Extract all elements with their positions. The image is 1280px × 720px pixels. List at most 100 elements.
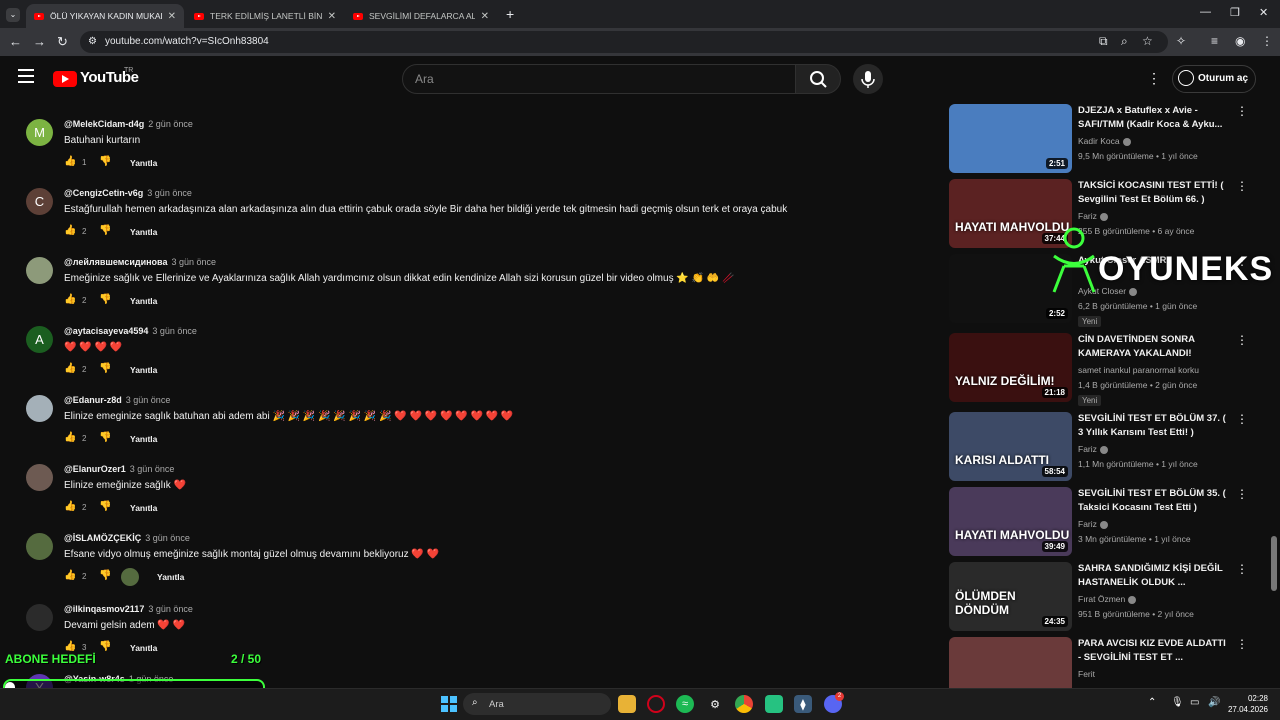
comment-timestamp[interactable]: 3 gün önce (126, 395, 171, 405)
extensions-icon[interactable]: ✧ (1176, 34, 1186, 48)
comment-author[interactable]: @ElanurOzer1 3 gün önce (64, 464, 174, 474)
profile-icon[interactable]: ◉ (1235, 34, 1245, 48)
comment-author-name[interactable]: @İSLAMÖZÇEKİÇ (64, 533, 141, 543)
channel-name[interactable]: samet inankul paranormal korku (1078, 365, 1199, 375)
comment-avatar[interactable] (26, 533, 53, 560)
dislike-icon[interactable]: 👎 (99, 432, 111, 443)
like-icon[interactable]: 👍 (64, 225, 76, 236)
comment-author[interactable]: @CengizCetin-v6g 3 gün önce (64, 188, 192, 198)
video-title[interactable]: SEVGİLİNİ TEST ET BÖLÜM 35. ( Taksici Ko… (1078, 487, 1228, 515)
video-title[interactable]: TAKSİCİ KOCASINI TEST ETTİ! ( Sevgilini … (1078, 179, 1228, 207)
reply-button[interactable]: Yanıtla (130, 227, 157, 237)
video-title[interactable]: SEVGİLİNİ TEST ET BÖLÜM 37. ( 3 Yıllık K… (1078, 412, 1228, 440)
forward-icon[interactable]: → (33, 34, 46, 49)
reply-button[interactable]: Yanıtla (157, 572, 184, 582)
like-icon[interactable]: 👍 (64, 501, 76, 512)
browser-tab-2[interactable]: TERK EDİLMİŞ LANETLİ BİNAYA ✕ (186, 4, 344, 28)
video-more-icon[interactable]: ⋮ (1236, 412, 1248, 426)
dislike-icon[interactable]: 👎 (99, 363, 111, 374)
comment-timestamp[interactable]: 3 gün önce (171, 257, 216, 267)
comment-author[interactable]: @Edanur-z8d 3 gün önce (64, 395, 170, 405)
close-tab-icon[interactable]: ✕ (168, 11, 176, 22)
like-icon[interactable]: 👍 (64, 570, 76, 581)
channel-name[interactable]: Fariz (1078, 519, 1097, 529)
browser-tab-3[interactable]: SEVGİLİMİ DEFALARCA ALDATTI ✕ (345, 4, 497, 28)
bookmark-star-icon[interactable]: ☆ (1142, 34, 1153, 48)
comment-avatar[interactable]: A (26, 326, 53, 353)
reply-button[interactable]: Yanıtla (130, 296, 157, 306)
network-icon[interactable]: ▭ (1190, 697, 1199, 708)
video-more-icon[interactable]: ⋮ (1236, 562, 1248, 576)
dislike-icon[interactable]: 👎 (99, 570, 111, 581)
video-more-icon[interactable]: ⋮ (1236, 104, 1248, 118)
comment-author[interactable]: @İSLAMÖZÇEKİÇ 3 gün önce (64, 533, 190, 543)
taskbar-date[interactable]: 27.04.2026 (1222, 705, 1268, 714)
comment-timestamp[interactable]: 3 gün önce (145, 533, 190, 543)
chrome-icon[interactable] (735, 695, 753, 713)
youtube-logo-icon[interactable] (53, 71, 77, 87)
spotify-icon[interactable]: ≈ (676, 695, 694, 713)
channel-name[interactable]: Fırat Özmen (1078, 594, 1125, 604)
comment-author-name[interactable]: @ilkinqasmov2117 (64, 604, 144, 614)
video-thumbnail[interactable]: HAYATI MAHVOLDU 39:49 (949, 487, 1072, 556)
comment-author[interactable]: @aytacisayeva4594 3 gün önce (64, 326, 197, 336)
settings-gear-icon[interactable]: ⚙ (706, 695, 724, 713)
windows-start-icon[interactable] (440, 695, 458, 713)
close-window-icon[interactable]: ✕ (1259, 6, 1268, 19)
comment-avatar[interactable] (26, 395, 53, 422)
comment-author[interactable]: @MelekCidam-d4g 2 gün önce (64, 119, 193, 129)
video-channel[interactable]: Ferit (1078, 669, 1095, 679)
video-thumbnail[interactable]: ÖLÜMDEN DÖNDÜM 24:35 (949, 562, 1072, 631)
install-app-icon[interactable]: ⧉ (1099, 34, 1108, 49)
chrome-menu-icon[interactable]: ⋮ (1261, 34, 1273, 48)
reply-button[interactable]: Yanıtla (130, 365, 157, 375)
taskbar-clock[interactable]: 02:28 (1228, 694, 1268, 703)
like-icon[interactable]: 👍 (64, 641, 76, 652)
reload-icon[interactable]: ↻ (57, 34, 68, 50)
comment-timestamp[interactable]: 3 gün önce (147, 188, 192, 198)
channel-name[interactable]: Ferit (1078, 669, 1095, 679)
comment-author-name[interactable]: @aytacisayeva4594 (64, 326, 148, 336)
video-more-icon[interactable]: ⋮ (1236, 333, 1248, 347)
video-more-icon[interactable]: ⋮ (1236, 179, 1248, 193)
comment-timestamp[interactable]: 3 gün önce (130, 464, 175, 474)
video-channel[interactable]: Fırat Özmen (1078, 594, 1137, 604)
video-more-icon[interactable]: ⋮ (1236, 637, 1248, 651)
channel-name[interactable]: Kadir Koca (1078, 136, 1120, 146)
minimize-icon[interactable]: — (1200, 6, 1211, 18)
zoom-icon[interactable]: ⌕ (1121, 34, 1128, 49)
dislike-icon[interactable]: 👎 (99, 501, 111, 512)
like-icon[interactable]: 👍 (64, 156, 76, 167)
search-input[interactable] (402, 64, 796, 94)
comment-author-name[interactable]: @лейлявшемсидинова (64, 257, 167, 267)
voice-search-button[interactable] (853, 64, 883, 94)
browser-tab-1[interactable]: ÖLÜ YIKAYAN KADIN MUKADDES ✕ (26, 4, 184, 28)
opera-icon[interactable] (647, 695, 665, 713)
search-button[interactable] (795, 64, 841, 94)
video-channel[interactable]: samet inankul paranormal korku (1078, 365, 1199, 375)
video-thumbnail[interactable]: KARISI ALDATTI 58:54 (949, 412, 1072, 481)
url-text[interactable]: youtube.com/watch?v=SIcOnh83804 (105, 36, 269, 47)
video-title[interactable]: PARA AVCISI KIZ EVDE ALDATTI - SEVGİLİNİ… (1078, 637, 1228, 665)
whatsapp-icon[interactable] (765, 695, 783, 713)
video-title[interactable]: DJEZJA x Batuflex x Avie - SAFI/TMM (Kad… (1078, 104, 1228, 132)
dislike-icon[interactable]: 👎 (99, 225, 111, 236)
like-icon[interactable]: 👍 (64, 363, 76, 374)
comment-author[interactable]: @ilkinqasmov2117 3 gün önce (64, 604, 193, 614)
close-tab-icon[interactable]: ✕ (328, 11, 336, 22)
back-icon[interactable]: ← (9, 34, 22, 49)
comment-avatar[interactable]: C (26, 188, 53, 215)
comment-author-name[interactable]: @CengizCetin-v6g (64, 188, 143, 198)
video-channel[interactable]: Fariz (1078, 444, 1108, 454)
comment-author-name[interactable]: @ElanurOzer1 (64, 464, 126, 474)
comment-author[interactable]: @лейлявшемсидинова 3 gün önce (64, 257, 216, 267)
comment-avatar[interactable] (26, 604, 53, 631)
channel-name[interactable]: Fariz (1078, 211, 1097, 221)
dislike-icon[interactable]: 👎 (99, 641, 111, 652)
comment-timestamp[interactable]: 3 gün önce (152, 326, 197, 336)
video-more-icon[interactable]: ⋮ (1236, 487, 1248, 501)
file-explorer-icon[interactable] (618, 695, 636, 713)
video-title[interactable]: CİN DAVETİNDEN SONRA KAMERAYA YAKALANDI! (1078, 333, 1228, 361)
restore-icon[interactable]: ❐ (1230, 6, 1240, 19)
media-icon[interactable]: ≡ (1211, 34, 1218, 48)
